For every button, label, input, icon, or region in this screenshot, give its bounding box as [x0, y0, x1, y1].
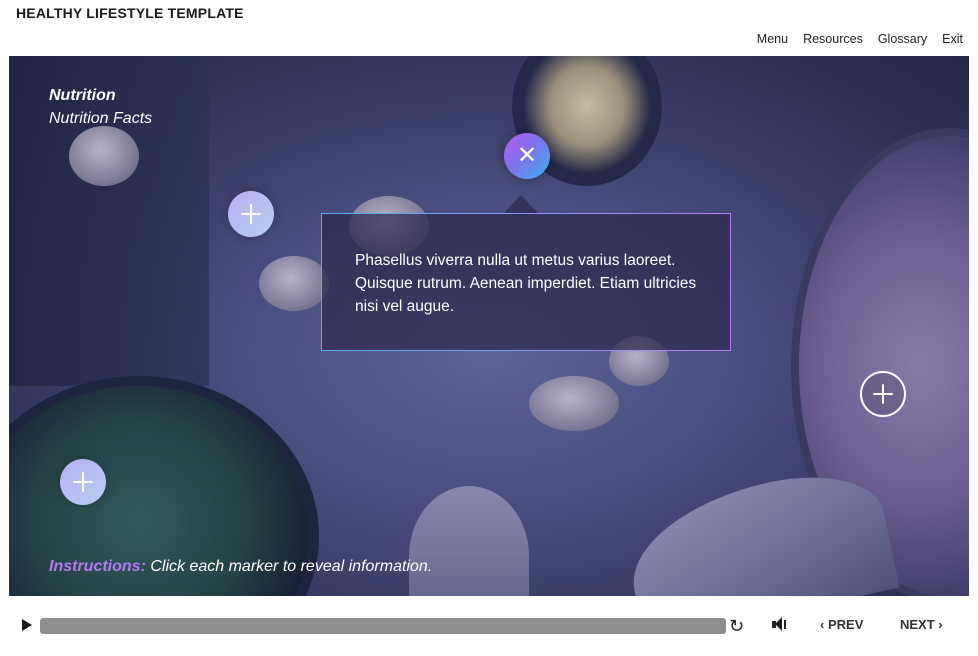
resources-link[interactable]: Resources — [803, 32, 863, 46]
play-icon[interactable] — [22, 619, 32, 631]
player-controls: ↻ ‹ PREV NEXT › — [0, 600, 978, 656]
prev-button[interactable]: ‹ PREV — [820, 617, 863, 632]
next-label: NEXT — [900, 617, 935, 632]
slide-stage: Nutrition Nutrition Facts Phasellus vive… — [9, 56, 969, 596]
slide-heading: Nutrition Nutrition Facts — [49, 84, 152, 130]
hand-holding-mushroom — [409, 486, 529, 596]
menu-link[interactable]: Menu — [757, 32, 788, 46]
prev-label: PREV — [827, 617, 864, 632]
popup-text: Phasellus viverra nulla ut metus varius … — [355, 252, 697, 315]
chevron-left-icon: ‹ — [820, 617, 825, 632]
instructions-label: Instructions: — [49, 558, 146, 575]
plus-icon — [241, 204, 261, 224]
marker-2[interactable] — [60, 459, 106, 505]
mushroom — [529, 376, 619, 431]
info-popup: Phasellus viverra nulla ut metus varius … — [321, 213, 731, 351]
glossary-link[interactable]: Glossary — [878, 32, 927, 46]
slide-subtitle: Nutrition Facts — [49, 110, 153, 127]
plus-icon — [873, 384, 893, 404]
chevron-right-icon: › — [938, 617, 943, 632]
exit-link[interactable]: Exit — [942, 32, 963, 46]
mushroom — [259, 256, 329, 311]
course-title: HEALTHY LIFESTYLE TEMPLATE — [16, 5, 244, 21]
close-icon: ✕ — [516, 142, 538, 169]
mushroom — [69, 126, 139, 186]
next-button[interactable]: NEXT › — [900, 617, 943, 632]
popup-pointer — [503, 195, 539, 214]
replay-icon[interactable]: ↻ — [729, 616, 744, 637]
marker-3[interactable] — [860, 371, 906, 417]
seek-bar[interactable] — [40, 618, 726, 634]
volume-icon[interactable] — [772, 617, 788, 633]
slide-title: Nutrition — [49, 87, 116, 104]
instructions-text: Click each marker to reveal information. — [145, 558, 433, 575]
plus-icon — [73, 472, 93, 492]
instructions: Instructions: Click each marker to revea… — [49, 558, 432, 576]
top-nav: Menu Resources Glossary Exit — [757, 32, 963, 46]
marker-1[interactable] — [228, 191, 274, 237]
close-popup-button[interactable]: ✕ — [504, 133, 550, 179]
player-window: HEALTHY LIFESTYLE TEMPLATE Menu Resource… — [0, 0, 978, 656]
